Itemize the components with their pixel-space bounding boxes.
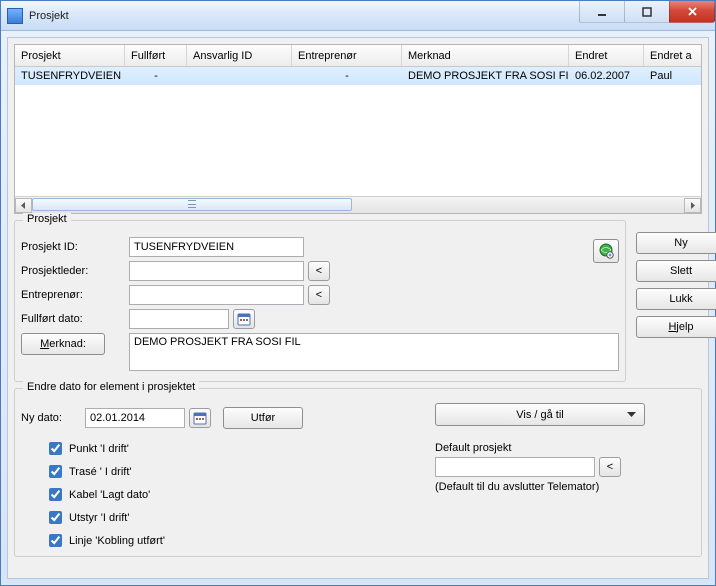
endre-dato-group: Endre dato for element i prosjektet Ny d… <box>14 388 702 557</box>
globe-button[interactable] <box>593 239 619 263</box>
chk-utstyr-input[interactable] <box>49 511 62 524</box>
col-prosjekt[interactable]: Prosjekt <box>15 45 125 66</box>
col-ansvarlig[interactable]: Ansvarlig ID <box>187 45 292 66</box>
hjelp-button[interactable]: Hjelp <box>636 316 716 338</box>
project-form-group: Prosjekt Prosjekt ID: Prosjektleder: <box>14 220 626 382</box>
side-buttons: Ny Slett Lukk Hjelp <box>636 220 716 382</box>
project-grid[interactable]: Prosjekt Fullført Ansvarlig ID Entrepren… <box>14 44 702 214</box>
chk-kabel[interactable]: Kabel 'Lagt dato' <box>45 485 395 504</box>
label-prosjektleder: Prosjektleder: <box>21 265 129 277</box>
slett-button[interactable]: Slett <box>636 260 716 282</box>
merknad-button[interactable]: Merknad: <box>21 333 105 355</box>
label-merknad: Merknad: <box>21 333 105 355</box>
chk-utstyr-label: Utstyr 'I drift' <box>69 512 129 524</box>
element-checklist: Punkt 'I drift' Trasé ' I drift' Kabel '… <box>45 439 395 550</box>
minimize-button[interactable] <box>579 1 625 23</box>
ny-dato-calendar-button[interactable] <box>189 408 211 428</box>
default-prosjekt-hint: (Default til du avslutter Telemator) <box>435 481 695 493</box>
chk-utstyr[interactable]: Utstyr 'I drift' <box>45 508 395 527</box>
titlebar[interactable]: Prosjekt <box>1 1 715 31</box>
chk-trase[interactable]: Trasé ' I drift' <box>45 462 395 481</box>
label-fullfort-dato: Fullført dato: <box>21 313 129 325</box>
grid-body[interactable]: TUSENFRYDVEIEN - - DEMO PROSJEKT FRA SOS… <box>15 67 701 196</box>
fullfort-dato-input[interactable] <box>129 309 229 329</box>
table-row[interactable]: TUSENFRYDVEIEN - - DEMO PROSJEKT FRA SOS… <box>15 67 701 85</box>
label-default-prosjekt: Default prosjekt <box>435 442 695 454</box>
chk-trase-label: Trasé ' I drift' <box>69 466 131 478</box>
label-prosjekt-id: Prosjekt ID: <box>21 241 129 253</box>
client-area: Prosjekt Fullført Ansvarlig ID Entrepren… <box>7 37 709 579</box>
group-title-endre-dato: Endre dato for element i prosjektet <box>23 381 199 393</box>
default-prosjekt-area: Default prosjekt < (Default til du avslu… <box>435 442 695 493</box>
maximize-button[interactable] <box>624 1 670 23</box>
ny-button[interactable]: Ny <box>636 232 716 254</box>
prosjekt-id-input[interactable] <box>129 237 304 257</box>
lukk-button[interactable]: Lukk <box>636 288 716 310</box>
fullfort-dato-calendar-button[interactable] <box>233 309 255 329</box>
globe-icon <box>598 243 614 259</box>
vis-ga-til-dropdown[interactable]: Vis / gå til <box>435 403 645 426</box>
col-entreprenor[interactable]: Entreprenør <box>292 45 402 66</box>
close-button[interactable] <box>669 1 715 23</box>
calendar-icon <box>237 312 251 326</box>
group-title-prosjekt: Prosjekt <box>23 213 71 225</box>
ny-dato-input[interactable] <box>85 408 185 428</box>
entreprenor-input[interactable] <box>129 285 304 305</box>
cell-endret-av: Paul <box>644 70 701 82</box>
calendar-icon <box>193 411 207 425</box>
default-prosjekt-input[interactable] <box>435 457 595 477</box>
form-area: Prosjekt Prosjekt ID: Prosjektleder: <box>14 220 702 382</box>
chevron-down-icon <box>627 409 636 421</box>
dropdown-label: Vis / gå til <box>516 409 564 421</box>
prosjektleder-input[interactable] <box>129 261 304 281</box>
app-icon <box>7 8 23 24</box>
entreprenor-picker-button[interactable]: < <box>308 285 330 305</box>
scroll-thumb[interactable] <box>32 198 352 211</box>
label-entreprenor: Entreprenør: <box>21 289 129 301</box>
cell-merknad: DEMO PROSJEKT FRA SOSI FIL <box>402 70 569 82</box>
window-title: Prosjekt <box>29 10 69 22</box>
chk-linje-label: Linje 'Kobling utført' <box>69 535 165 547</box>
chk-punkt-input[interactable] <box>49 442 62 455</box>
horizontal-scrollbar[interactable] <box>15 196 701 213</box>
col-fullfort[interactable]: Fullført <box>125 45 187 66</box>
scroll-track[interactable] <box>32 198 684 213</box>
grid-header[interactable]: Prosjekt Fullført Ansvarlig ID Entrepren… <box>15 45 701 67</box>
col-merknad[interactable]: Merknad <box>402 45 569 66</box>
cell-fullfort: - <box>125 70 187 82</box>
scroll-right-button[interactable] <box>684 198 701 213</box>
scroll-left-button[interactable] <box>15 198 32 213</box>
chk-trase-input[interactable] <box>49 465 62 478</box>
cell-prosjekt: TUSENFRYDVEIEN <box>15 70 125 82</box>
cell-endret: 06.02.2007 <box>569 70 644 82</box>
chk-linje-input[interactable] <box>49 534 62 547</box>
chk-punkt-label: Punkt 'I drift' <box>69 443 129 455</box>
chk-kabel-label: Kabel 'Lagt dato' <box>69 489 150 501</box>
window: Prosjekt Prosjekt Fullført Ansvarlig ID … <box>0 0 716 586</box>
prosjektleder-picker-button[interactable]: < <box>308 261 330 281</box>
default-prosjekt-picker-button[interactable]: < <box>599 457 621 477</box>
col-endret[interactable]: Endret <box>569 45 644 66</box>
utfor-button[interactable]: Utfør <box>223 407 303 429</box>
chk-kabel-input[interactable] <box>49 488 62 501</box>
chk-linje[interactable]: Linje 'Kobling utført' <box>45 531 395 550</box>
chk-punkt[interactable]: Punkt 'I drift' <box>45 439 395 458</box>
window-buttons <box>580 1 715 23</box>
merknad-textarea[interactable]: DEMO PROSJEKT FRA SOSI FIL <box>129 333 619 371</box>
label-ny-dato: Ny dato: <box>21 412 85 424</box>
cell-entreprenor: - <box>292 70 402 82</box>
col-endret-av[interactable]: Endret a <box>644 45 701 66</box>
